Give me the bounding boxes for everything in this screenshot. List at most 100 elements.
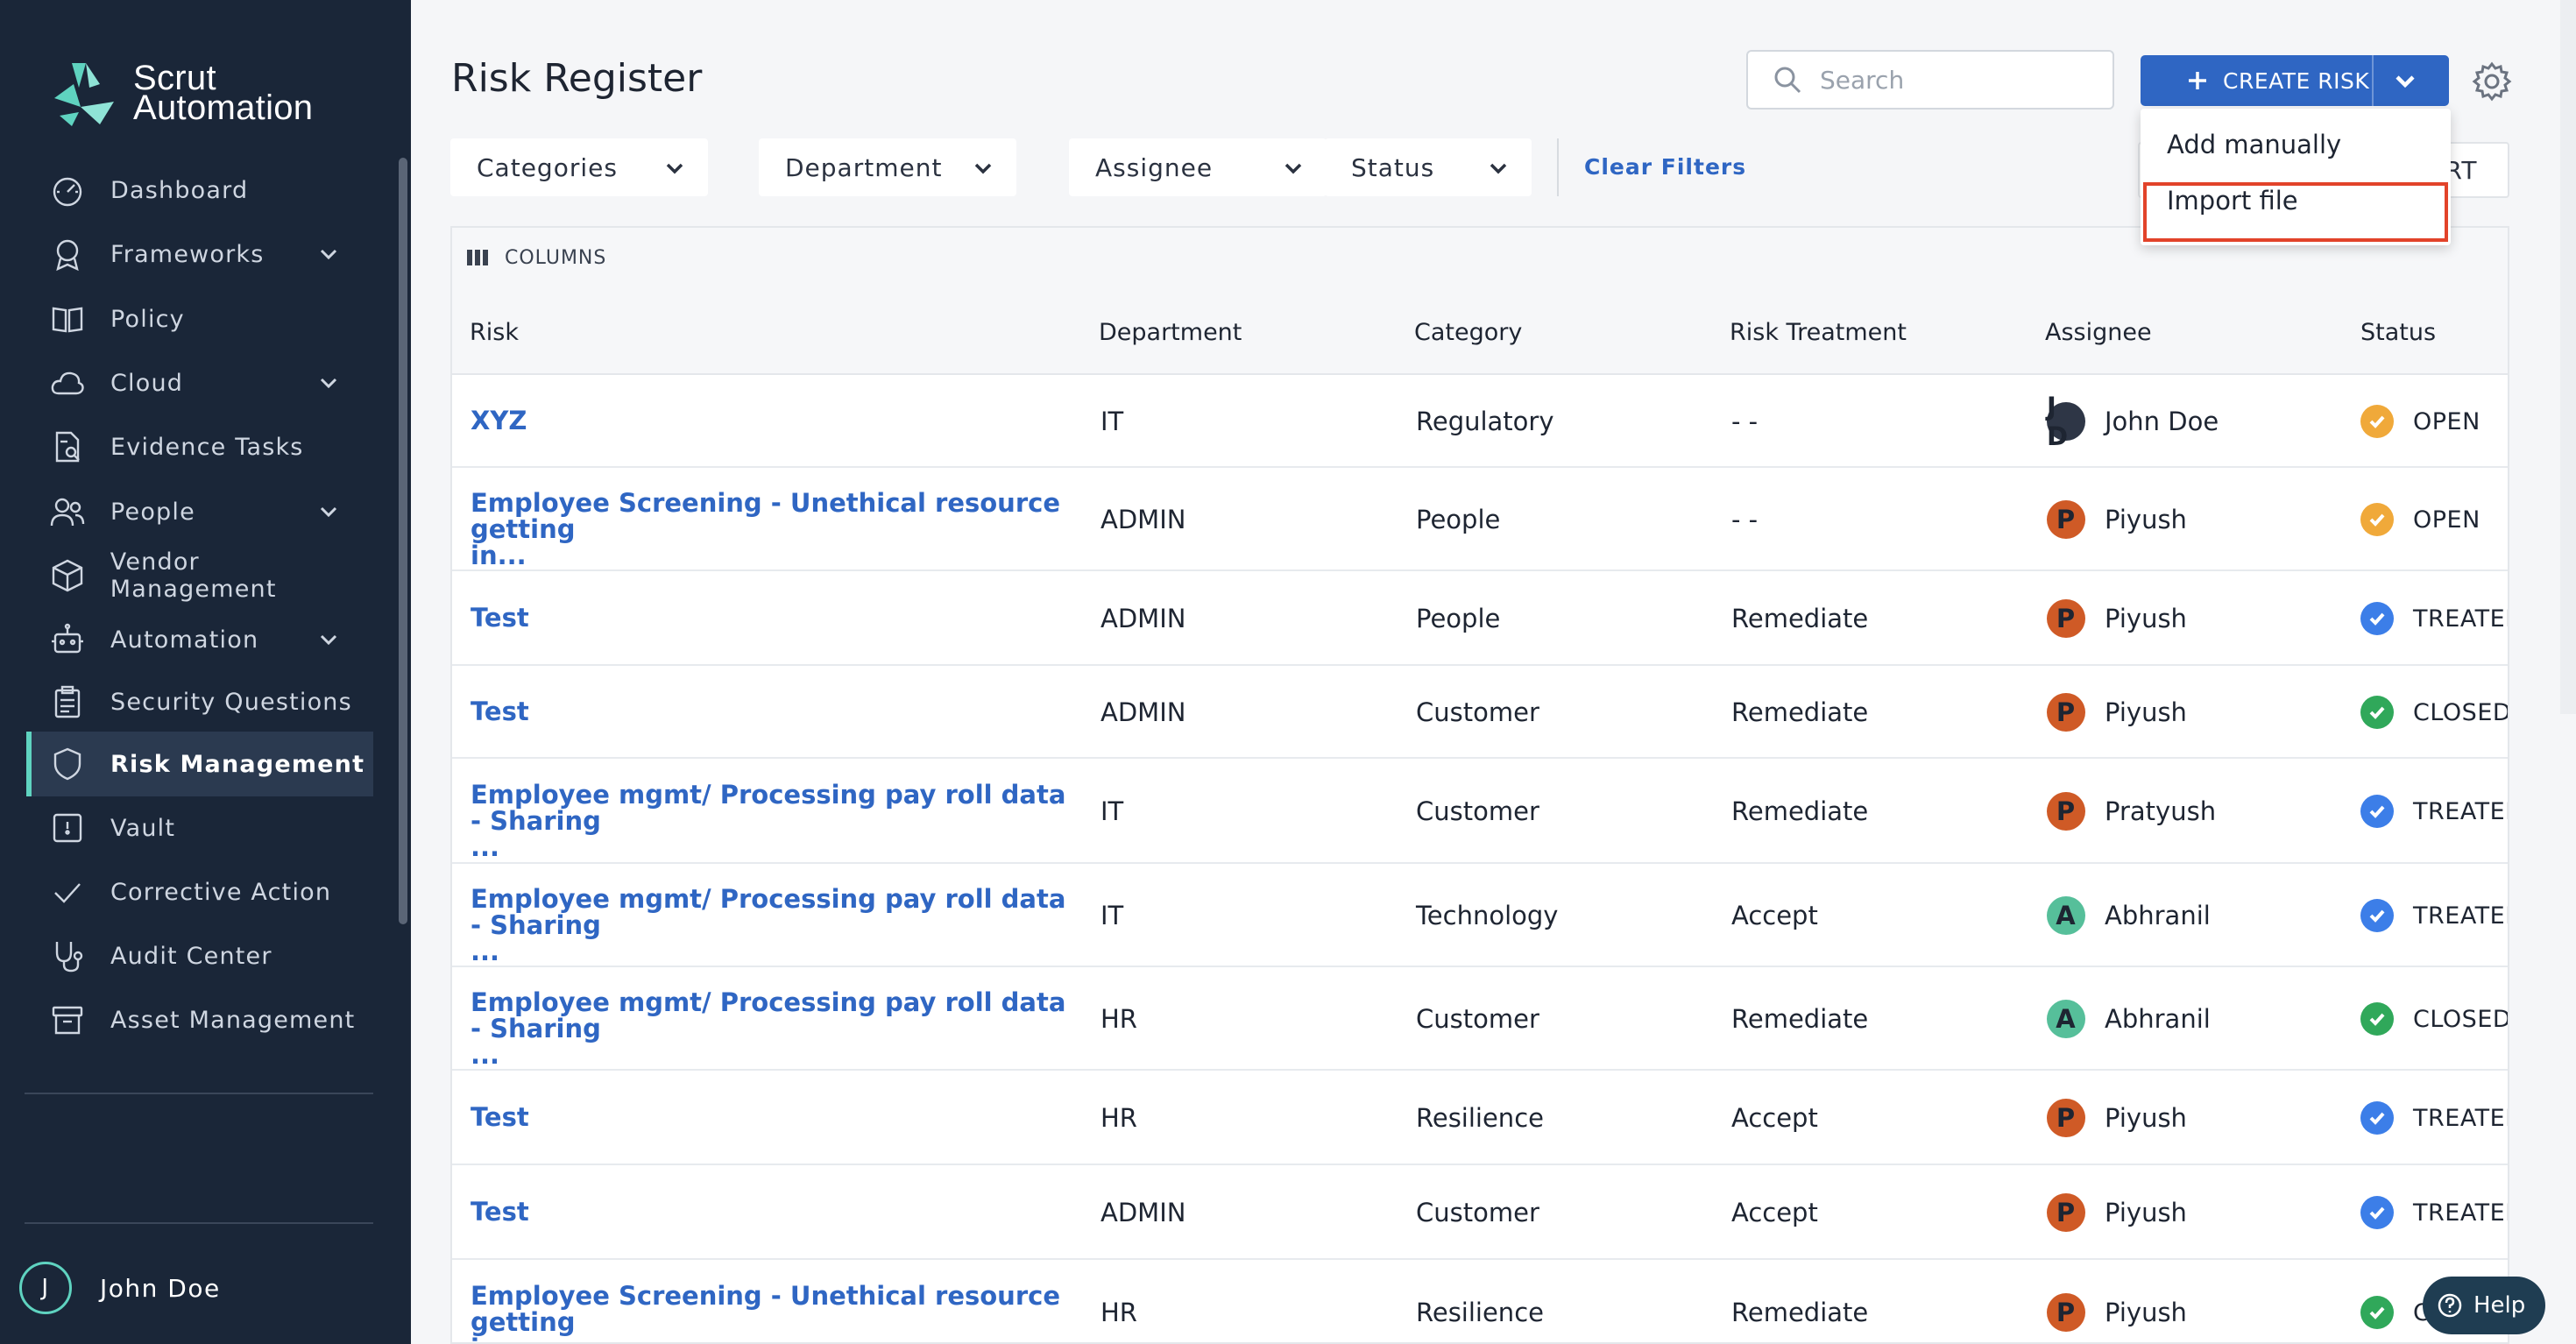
filter-separator [1557, 138, 1559, 196]
sidebar-scrollbar[interactable] [399, 158, 407, 924]
risk-name-line1: Test [471, 1104, 529, 1130]
table-row[interactable]: Test ADMIN People Remediate P Piyush TREATED [452, 571, 2508, 666]
sidebar-item-dashboard[interactable]: Dashboard [26, 158, 373, 223]
risk-name-link[interactable]: Employee mgmt/ Processing pay roll data … [471, 782, 1066, 860]
table-row[interactable]: Test ADMIN Customer Remediate P Piyush CLOSED [452, 666, 2508, 759]
filter-categories[interactable]: Categories [450, 138, 708, 196]
search-box[interactable] [1746, 50, 2114, 110]
risk-name-link[interactable]: Employee Screening - Unethical resource … [471, 490, 1066, 569]
status-badge: OPEN [2360, 405, 2480, 438]
risk-name-link[interactable]: Test [471, 1104, 1066, 1130]
risk-name-link[interactable]: Employee mgmt/ Processing pay roll data … [471, 989, 1066, 1068]
chevron-down-icon[interactable] [2391, 67, 2419, 95]
sidebar-item-policy[interactable]: Policy [26, 286, 373, 351]
category-cell: Customer [1416, 1198, 1539, 1227]
risk-name-link[interactable]: Test [471, 605, 1066, 631]
status-check-icon [2360, 405, 2394, 438]
treatment-cell: Accept [1731, 901, 1818, 930]
sidebar-item-people[interactable]: People [26, 479, 373, 544]
status-check-icon [2360, 503, 2394, 536]
table-row[interactable]: Employee mgmt/ Processing pay roll data … [452, 759, 2508, 864]
risk-name-line1: Employee Screening - Unethical resource … [471, 490, 1060, 544]
risk-name-line2: ... [471, 937, 500, 965]
department-cell: HR [1100, 1298, 1137, 1327]
risk-name-line1: Test [471, 1199, 529, 1225]
create-risk-button[interactable]: CREATE RISK [2141, 55, 2449, 106]
chevron-down-icon[interactable] [317, 371, 340, 394]
header-category[interactable]: Category [1414, 319, 1522, 346]
category-cell: Customer [1416, 1004, 1539, 1034]
import-file-highlight [2143, 182, 2448, 242]
sidebar-item-audit-center[interactable]: Audit Center [26, 923, 373, 988]
treatment-cell: - - [1731, 407, 1759, 436]
risk-name-link[interactable]: Employee mgmt/ Processing pay roll data … [471, 886, 1066, 965]
status-check-icon [2360, 696, 2394, 729]
assignee-cell: P Piyush [2047, 1293, 2187, 1332]
help-button[interactable]: Help [2423, 1277, 2545, 1334]
user-profile[interactable]: J John Doe [19, 1262, 221, 1314]
sidebar-item-asset-management[interactable]: Asset Management [26, 987, 373, 1052]
header-risk[interactable]: Risk [470, 319, 519, 346]
sidebar-item-security-questions[interactable]: Security Questions [26, 669, 373, 734]
table-row[interactable]: Test ADMIN Customer Accept P Piyush TREATED [452, 1165, 2508, 1260]
category-cell: Resilience [1416, 1103, 1544, 1133]
risk-name-line1: Test [471, 698, 529, 725]
header-status[interactable]: Status [2360, 319, 2436, 346]
risk-table: COLUMNS Risk Department Category Risk Tr… [450, 226, 2509, 1344]
sidebar-item-frameworks[interactable]: Frameworks [26, 222, 373, 286]
add-manually-option[interactable]: Add manually [2167, 130, 2341, 159]
header-risk-treatment[interactable]: Risk Treatment [1730, 319, 1907, 346]
department-cell: HR [1100, 1103, 1137, 1133]
sidebar-item-vendor-management[interactable]: Vendor Management [26, 543, 373, 608]
plus-icon [2186, 69, 2209, 92]
sidebar-item-evidence-tasks[interactable]: Evidence Tasks [26, 414, 373, 479]
risk-name-link[interactable]: Employee Screening - Unethical resource … [471, 1283, 1066, 1342]
risk-name-link[interactable]: Test [471, 1199, 1066, 1225]
risk-name-line2: ... [471, 832, 500, 860]
sidebar-item-cloud[interactable]: Cloud [26, 350, 373, 415]
risk-name-line1: XYZ [471, 407, 527, 434]
filter-assignee[interactable]: Assignee [1069, 138, 1327, 196]
status-badge: TREATED [2360, 1101, 2508, 1135]
status-badge: OPEN [2360, 503, 2480, 536]
page-scrollbar[interactable] [2560, 0, 2576, 714]
table-row[interactable]: Test HR Resilience Accept P Piyush TREATED [452, 1071, 2508, 1165]
header-assignee[interactable]: Assignee [2045, 319, 2152, 346]
sidebar-item-label: People [110, 498, 195, 526]
risk-name-line1: Test [471, 605, 529, 631]
table-row[interactable]: Employee mgmt/ Processing pay roll data … [452, 864, 2508, 967]
table-row[interactable]: Employee Screening - Unethical resource … [452, 1260, 2508, 1342]
status-label: TREATED [2413, 797, 2508, 825]
filter-department[interactable]: Department [759, 138, 1016, 196]
status-badge: CLOSED [2360, 1002, 2508, 1036]
assignee-cell: P Pratyush [2047, 792, 2216, 831]
app-logo[interactable]: Scrut Automation [47, 58, 313, 128]
check-icon [47, 872, 88, 912]
risk-name-link[interactable]: XYZ [471, 407, 1066, 434]
table-row[interactable]: Employee mgmt/ Processing pay roll data … [452, 967, 2508, 1071]
sidebar-item-vault[interactable]: Vault [26, 796, 373, 860]
chevron-down-icon[interactable] [317, 628, 340, 651]
sidebar-item-risk-management[interactable]: Risk Management [26, 732, 373, 796]
table-row[interactable]: Employee Screening - Unethical resource … [452, 468, 2508, 571]
header-department[interactable]: Department [1099, 319, 1242, 346]
sidebar-item-automation[interactable]: Automation [26, 607, 373, 672]
search-input[interactable] [1820, 65, 2083, 95]
chevron-down-icon[interactable] [317, 243, 340, 265]
table-row[interactable]: XYZ IT Regulatory - - J D John Doe OPEN [452, 375, 2508, 468]
sidebar-item-label: Risk Management [110, 750, 365, 778]
filter-status[interactable]: Status [1325, 138, 1532, 196]
gear-icon[interactable] [2472, 61, 2512, 102]
treatment-cell: Accept [1731, 1198, 1818, 1227]
status-check-icon [2360, 1196, 2394, 1229]
clear-filters-link[interactable]: Clear Filters [1584, 154, 1746, 180]
chevron-down-icon[interactable] [317, 500, 340, 523]
assignee-name: Abhranil [2105, 1004, 2211, 1034]
sidebar-item-corrective-action[interactable]: Corrective Action [26, 859, 373, 924]
department-cell: HR [1100, 1004, 1137, 1034]
risk-name-link[interactable]: Test [471, 698, 1066, 725]
assignee-name: Piyush [2105, 1198, 2187, 1227]
cloud-icon [47, 363, 88, 403]
sidebar-item-label: Automation [110, 626, 259, 654]
sidebar-item-label: Vault [110, 814, 176, 842]
